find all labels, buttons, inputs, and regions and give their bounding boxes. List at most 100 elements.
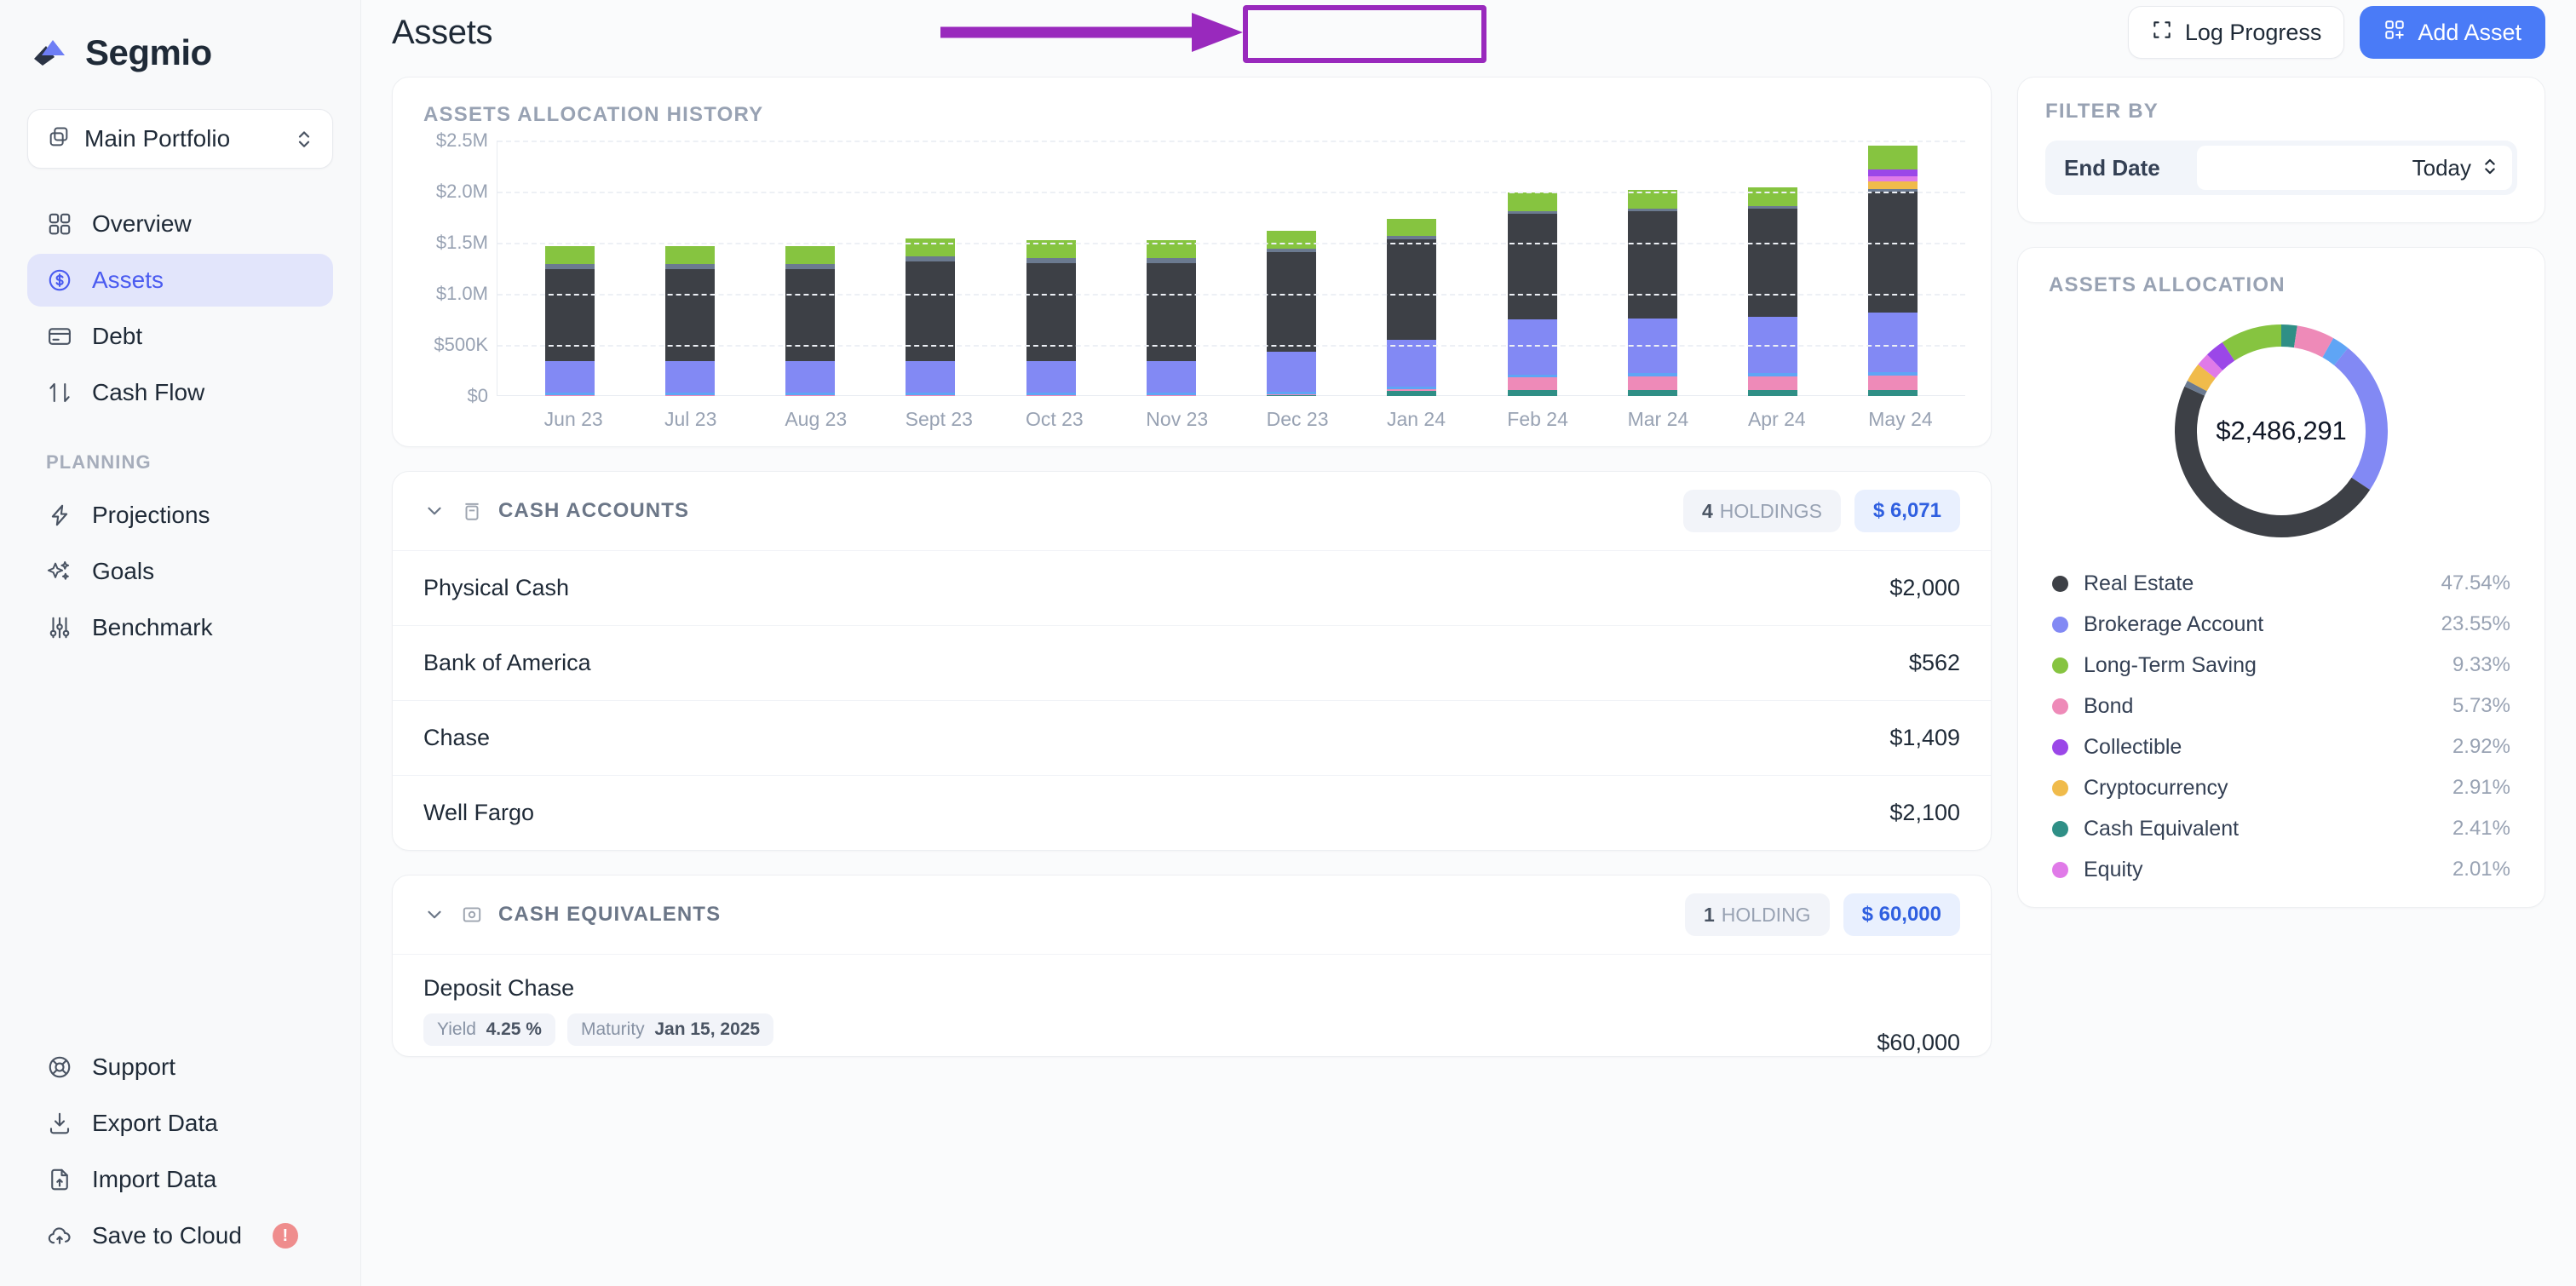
sidebar-item-import-data[interactable]: Import Data — [27, 1153, 333, 1206]
chart-bar-segment — [785, 361, 836, 393]
chart-x-tick: Jan 24 — [1386, 408, 1446, 430]
add-asset-button[interactable]: Add Asset — [2360, 6, 2545, 59]
yield-key: Yield — [437, 1019, 476, 1039]
cash-equivalents-header[interactable]: CASH EQUIVALENTS 1 HOLDING $ 60,000 — [393, 876, 1991, 954]
chart-bar[interactable] — [1627, 190, 1677, 396]
legend-percent: 23.55% — [2441, 612, 2510, 635]
chevron-down-icon[interactable] — [423, 904, 446, 926]
maturity-value: Jan 15, 2025 — [654, 1019, 761, 1039]
chart-bar[interactable] — [906, 238, 956, 396]
legend-item[interactable]: Collectible 2.92% — [2052, 726, 2510, 767]
legend-item[interactable]: Cash Equivalent 2.41% — [2052, 808, 2510, 849]
sidebar-item-debt[interactable]: Debt — [27, 310, 333, 363]
maturity-key: Maturity — [580, 1019, 645, 1039]
chevron-down-icon[interactable] — [423, 500, 446, 522]
allocation-legend: Real Estate 47.54% Brokerage Account 23.55%… — [2018, 551, 2544, 907]
asset-name: Chase — [423, 725, 491, 750]
chart-x-axis: Jun 23 Jul 23 Aug 23 Sept 23 Oct 23 Nov 23 Dec… — [497, 396, 1965, 431]
file-upload-icon — [46, 1166, 73, 1193]
legend-item[interactable]: Bond 5.73% — [2052, 686, 2510, 726]
sidebar-item-cash-flow[interactable]: Cash Flow — [27, 366, 333, 419]
chart-bar-segment — [1868, 375, 1918, 390]
cash-accounts-group: CASH ACCOUNTS 4 HOLDINGS $ 6,071 Physical… — [392, 471, 1992, 851]
chart-bar-segment — [1267, 252, 1317, 352]
table-row[interactable]: Well Fargo $2,100 — [393, 775, 1991, 850]
sidebar-item-benchmark[interactable]: Benchmark — [27, 601, 333, 654]
chart-bar[interactable] — [664, 245, 715, 396]
chart-bar[interactable] — [1146, 239, 1196, 396]
legend-item[interactable]: Cryptocurrency 2.91% — [2052, 767, 2510, 808]
sidebar-item-label: Save to Cloud — [92, 1222, 242, 1249]
chart-bar[interactable] — [1748, 187, 1798, 396]
chart-bar[interactable] — [1026, 239, 1076, 396]
chart-bar-segment — [664, 361, 715, 393]
chart-bar[interactable] — [1267, 231, 1317, 396]
end-date-value: Today — [2412, 154, 2471, 181]
segmio-logo-icon — [31, 33, 70, 72]
sidebar-item-overview[interactable]: Overview — [27, 198, 333, 250]
brackets-icon — [2151, 19, 2173, 47]
donut-total: $2,486,291 — [2216, 416, 2347, 445]
chart-bar-segment — [785, 245, 836, 265]
asset-value: $2,000 — [1889, 575, 1960, 600]
legend-item[interactable]: Long-Term Saving 9.33% — [2052, 645, 2510, 686]
chevron-up-down-icon[interactable] — [2481, 154, 2498, 182]
sidebar-item-goals[interactable]: Goals — [27, 545, 333, 598]
holdings-label: HOLDING — [1721, 903, 1811, 926]
sidebar-item-save-to-cloud[interactable]: Save to Cloud ! — [27, 1209, 333, 1262]
chart-bar-segment — [906, 394, 956, 396]
cash-accounts-title: CASH ACCOUNTS — [498, 499, 690, 522]
table-row[interactable]: Deposit Chase Yield 4.25 % Maturity Jan … — [393, 954, 1991, 1056]
assets-allocation-history-card: ASSETS ALLOCATION HISTORY $2.5M $2.0M $1.5… — [392, 77, 1992, 447]
sidebar-item-support[interactable]: Support — [27, 1041, 333, 1094]
sidebar-item-label: Debt — [92, 323, 143, 349]
assets-allocation-title: ASSETS ALLOCATION — [2049, 273, 2286, 296]
legend-percent: 47.54% — [2441, 571, 2510, 594]
chart-x-tick: Jul 23 — [664, 408, 717, 430]
chart-y-tick: $0 — [467, 385, 488, 406]
legend-item[interactable]: Real Estate 47.54% — [2052, 563, 2510, 604]
legend-label: Cash Equivalent — [2084, 816, 2240, 841]
chart-bar[interactable] — [1387, 218, 1437, 396]
chart-gridline — [497, 192, 1965, 193]
sidebar-item-projections[interactable]: Projections — [27, 489, 333, 542]
assets-allocation-history-title: ASSETS ALLOCATION HISTORY — [423, 103, 764, 126]
table-row[interactable]: Chase $1,409 — [393, 700, 1991, 775]
left-column: ASSETS ALLOCATION HISTORY $2.5M $2.0M $1.5… — [392, 77, 1992, 1286]
chart-bar-segment — [1146, 394, 1196, 396]
sidebar-item-assets[interactable]: Assets — [27, 254, 333, 307]
legend-label: Cryptocurrency — [2084, 775, 2228, 800]
chart-bar[interactable] — [1868, 145, 1918, 396]
dollar-circle-icon — [46, 267, 73, 294]
log-progress-button[interactable]: Log Progress — [2127, 6, 2345, 59]
chart-gridline — [497, 243, 1965, 244]
table-row[interactable]: Physical Cash $2,000 — [393, 550, 1991, 625]
chart-bar-segment — [785, 394, 836, 396]
yield-value: 4.25 % — [486, 1019, 542, 1039]
chart-bar[interactable] — [544, 245, 595, 396]
bolt-icon — [46, 502, 73, 529]
end-date-field[interactable]: Today — [2197, 146, 2512, 190]
sidebar-item-label: Assets — [92, 267, 164, 293]
log-progress-label: Log Progress — [2184, 19, 2322, 45]
asset-name: Deposit Chase — [423, 975, 575, 1001]
holdings-label: HOLDINGS — [1719, 499, 1822, 522]
chart-x-tick: May 24 — [1868, 408, 1933, 430]
chart-bar[interactable] — [785, 245, 836, 396]
legend-color-dot — [2052, 820, 2068, 837]
nav-section-planning-label: PLANNING — [46, 451, 152, 473]
chart-bar-segment — [1387, 218, 1437, 237]
legend-percent: 5.73% — [2452, 694, 2510, 717]
assets-allocation-card: ASSETS ALLOCATION $2,486,291 Real Estate… — [2017, 247, 2545, 908]
table-row[interactable]: Bank of America $562 — [393, 625, 1991, 700]
sidebar-item-label: Import Data — [92, 1166, 217, 1192]
chart-y-tick: $1.0M — [435, 283, 488, 304]
main-area: Assets Log Progress Add Asset ASSETS ALL… — [361, 0, 2576, 1286]
legend-item[interactable]: Brokerage Account 23.55% — [2052, 604, 2510, 645]
sidebar-item-export-data[interactable]: Export Data — [27, 1097, 333, 1150]
cash-accounts-header[interactable]: CASH ACCOUNTS 4 HOLDINGS $ 6,071 — [393, 472, 1991, 550]
legend-item[interactable]: Equity 2.01% — [2052, 849, 2510, 890]
portfolio-selector[interactable]: Main Portfolio — [27, 109, 333, 169]
top-bar: Assets Log Progress Add Asset — [361, 0, 2576, 65]
legend-color-dot — [2052, 575, 2068, 592]
